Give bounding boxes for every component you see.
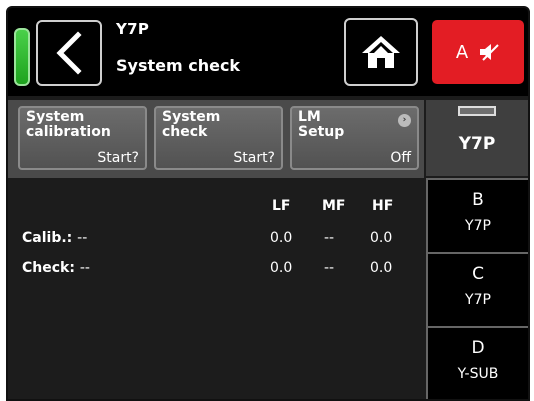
tool-row: System calibration Start? System check S… xyxy=(8,100,424,178)
check-hf-value: 0.0 xyxy=(370,260,393,276)
device-name: Y7P xyxy=(116,20,150,38)
channel-type: Y7P xyxy=(465,218,491,234)
tool-value: Off xyxy=(390,150,411,166)
calib-row-label: Calib.: -- xyxy=(22,230,87,246)
channel-a-tab[interactable]: Y7P xyxy=(426,100,528,176)
speaker-muted-icon xyxy=(480,44,499,61)
calib-lf-value: 0.0 xyxy=(270,230,293,246)
device-screen: Y7P System check A System calibration St… xyxy=(6,6,530,401)
tool-value: Start? xyxy=(233,150,275,166)
mute-channel-label: A xyxy=(455,41,469,63)
tool-label: LM Setup xyxy=(298,109,345,140)
channel-type: Y7P xyxy=(465,292,491,308)
channel-indicator xyxy=(458,106,496,116)
calib-hf-value: 0.0 xyxy=(370,230,393,246)
header: Y7P System check A xyxy=(8,8,528,96)
channel-letter: B xyxy=(472,190,484,210)
page-title: System check xyxy=(116,56,241,75)
check-row-label: Check: -- xyxy=(22,260,90,276)
tool-value: Start? xyxy=(97,150,139,166)
tool-label: System calibration xyxy=(26,109,111,140)
back-button[interactable] xyxy=(36,20,102,86)
channel-type: Y-SUB xyxy=(457,366,499,382)
check-mf-value: -- xyxy=(324,260,335,276)
row-status: -- xyxy=(77,230,88,246)
row-status: -- xyxy=(79,260,90,276)
channel-d-tab[interactable]: D Y-SUB xyxy=(426,326,528,399)
row-label: Check: xyxy=(22,260,75,276)
system-calibration-button[interactable]: System calibration Start? xyxy=(18,106,147,170)
calib-mf-value: -- xyxy=(324,230,335,246)
status-led xyxy=(14,28,30,86)
channel-b-tab[interactable]: B Y7P xyxy=(426,178,528,252)
chevron-left-icon xyxy=(56,31,82,75)
tool-label: System check xyxy=(162,109,221,140)
channel-c-tab[interactable]: C Y7P xyxy=(426,252,528,326)
mute-button[interactable]: A xyxy=(432,20,524,84)
lm-setup-button[interactable]: LM Setup › Off xyxy=(290,106,419,170)
home-icon xyxy=(362,36,400,68)
column-header-lf: LF xyxy=(272,198,291,214)
check-lf-value: 0.0 xyxy=(270,260,293,276)
row-label: Calib.: xyxy=(22,230,73,246)
channel-type: Y7P xyxy=(458,134,496,154)
column-header-hf: HF xyxy=(372,198,394,214)
home-button[interactable] xyxy=(344,18,418,86)
system-check-button[interactable]: System check Start? xyxy=(154,106,283,170)
column-header-mf: MF xyxy=(322,198,346,214)
channel-letter: C xyxy=(472,264,484,284)
chevron-right-icon: › xyxy=(398,114,411,127)
channel-letter: D xyxy=(471,338,485,358)
